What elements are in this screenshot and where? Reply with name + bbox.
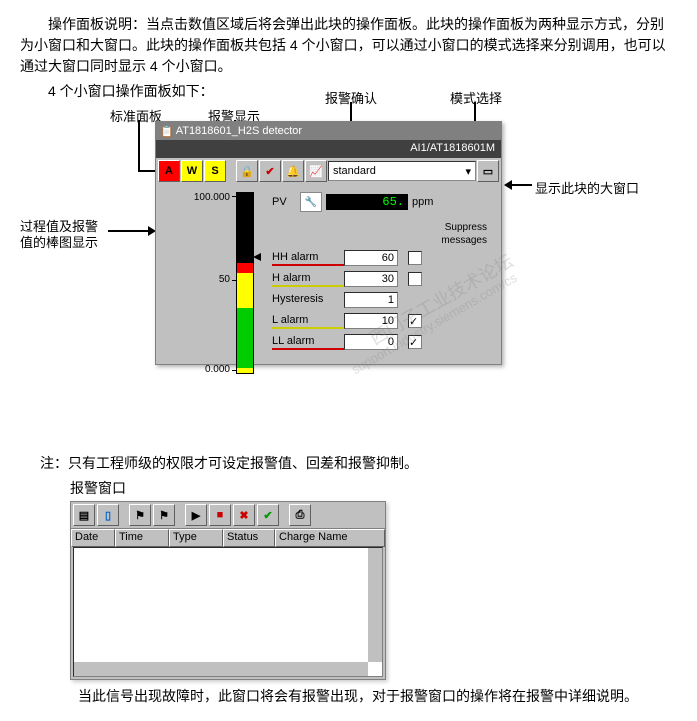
aw-btn-2[interactable]: ▯ (97, 504, 119, 526)
pv-marker-icon (253, 253, 261, 261)
aw-btn-5[interactable]: ▶ (185, 504, 207, 526)
aw-btn-6[interactable]: ■ (209, 504, 231, 526)
stop-red-icon: ■ (217, 509, 224, 521)
scale-top: 100.000 (194, 192, 230, 203)
annot-show-big: 显示此块的大窗口 (535, 178, 639, 197)
flag2-icon: ⚑ (159, 509, 169, 522)
l-alarm-label: L alarm (272, 314, 344, 329)
col-type[interactable]: Type (169, 529, 223, 547)
hh-suppress-checkbox[interactable] (408, 251, 422, 265)
pv-unit: ppm (412, 196, 433, 208)
check-green-icon: ✔ (263, 509, 272, 522)
window-titlebar: 📋 AT1818601_H2S detector (156, 122, 501, 140)
col-date[interactable]: Date (71, 529, 115, 547)
pv-row: PV 🔧 65. ppm (272, 192, 491, 212)
chevron-down-icon: ▾ (465, 165, 471, 178)
print-icon: ⎙ (296, 509, 305, 522)
trend-icon: 📈 (309, 165, 323, 178)
alarm-toolbar: ▤ ▯ ⚑ ⚑ ▶ ■ ✖ ✔ ⎙ (71, 502, 385, 528)
trend-button[interactable]: 📈 (305, 160, 327, 182)
pv-config-button[interactable]: 🔧 (300, 192, 322, 212)
mode-value: standard (333, 165, 376, 177)
bell-button[interactable]: 🔔 (282, 160, 304, 182)
annot-mode-select: 模式选择 (450, 88, 502, 107)
aw-btn-7[interactable]: ✖ (233, 504, 255, 526)
ll-suppress-checkbox[interactable]: ✓ (408, 335, 422, 349)
l-suppress-checkbox[interactable]: ✓ (408, 314, 422, 328)
h-alarm-value[interactable]: 30 (344, 271, 398, 287)
pv-value: 65. (326, 194, 408, 210)
hscrollbar[interactable] (74, 662, 368, 676)
page-icon: ▯ (105, 509, 111, 522)
description-para-3: 当此信号出现故障时，此窗口将会有报警出现，对于报警窗口的操作将在报警中详细说明。 (50, 686, 677, 707)
note-text: 注：只有工程师级的权限才可设定报警值、回差和报警抑制。 (40, 453, 677, 474)
ll-alarm-label: LL alarm (272, 335, 344, 350)
aw-btn-1[interactable]: ▤ (73, 504, 95, 526)
faceplate-diagram: 标准面板 报警显示 报警确认 模式选择 显示此块的大窗口 过程值及报警 值的棒图… (20, 106, 650, 431)
mode-select[interactable]: standard ▾ (328, 161, 476, 181)
alarm-s-button[interactable]: S (204, 160, 226, 182)
col-time[interactable]: Time (115, 529, 169, 547)
ack-button[interactable]: ✔ (259, 160, 281, 182)
aw-btn-3[interactable]: ⚑ (129, 504, 151, 526)
alarm-a-button[interactable]: A (158, 160, 180, 182)
h-alarm-label: H alarm (272, 272, 344, 287)
scale-bot: 0.000 (205, 364, 230, 375)
alarm-table-body (73, 547, 383, 677)
list-icon: ▤ (79, 509, 89, 522)
cross-icon: ✖ (239, 509, 248, 522)
alarm-table-header: Date Time Type Status Charge Name (71, 528, 385, 547)
alarm-w-button[interactable]: W (181, 160, 203, 182)
arrow-left-icon (504, 180, 512, 190)
scale-mid: 50 (219, 274, 230, 285)
aw-btn-8[interactable]: ✔ (257, 504, 279, 526)
pv-label: PV (272, 196, 300, 208)
lock-button[interactable]: 🔒 (236, 160, 258, 182)
col-charge[interactable]: Charge Name (275, 529, 385, 547)
description-para-1: 操作面板说明：当点击数值区域后将会弹出此块的操作面板。此块的操作面板为两种显示方… (20, 14, 677, 77)
hh-alarm-label: HH alarm (272, 251, 344, 266)
alarm-window-heading: 报警窗口 (70, 478, 677, 499)
suppress-label-1: Suppress (272, 222, 491, 233)
window-title: AT1818601_H2S detector (176, 125, 302, 137)
hh-alarm-value[interactable]: 60 (344, 250, 398, 266)
aw-btn-9[interactable]: ⎙ (289, 504, 311, 526)
bar-chart (236, 192, 254, 374)
annot-bar-2: 值的棒图显示 (20, 232, 98, 251)
l-alarm-value[interactable]: 10 (344, 313, 398, 329)
play-icon: ▶ (192, 509, 200, 522)
tag-bar: AI1/AT1818601M (156, 140, 501, 158)
check-icon: ✔ (265, 165, 274, 178)
expand-icon: ▭ (483, 165, 493, 178)
bar-scale: 100.000 50 0.000 (166, 192, 234, 354)
suppress-label-2: messages (272, 235, 491, 246)
aw-btn-4[interactable]: ⚑ (153, 504, 175, 526)
wrench-icon: 🔧 (305, 197, 317, 208)
hysteresis-value[interactable]: 1 (344, 292, 398, 308)
hysteresis-label: Hysteresis (272, 293, 344, 308)
bell-icon: 🔔 (286, 165, 300, 178)
faceplate-panel: 📋 AT1818601_H2S detector AI1/AT1818601M … (155, 121, 502, 365)
ll-alarm-value[interactable]: 0 (344, 334, 398, 350)
h-suppress-checkbox[interactable] (408, 272, 422, 286)
lock-icon: 🔒 (240, 165, 254, 178)
alarm-window: ▤ ▯ ⚑ ⚑ ▶ ■ ✖ ✔ ⎙ Date Time Type Status … (70, 501, 386, 680)
expand-button[interactable]: ▭ (477, 160, 499, 182)
vscrollbar[interactable] (368, 548, 382, 662)
col-status[interactable]: Status (223, 529, 275, 547)
flag-icon: ⚑ (135, 509, 145, 522)
panel-toolbar: A W S 🔒 ✔ 🔔 📈 standard ▾ ▭ (156, 158, 501, 184)
